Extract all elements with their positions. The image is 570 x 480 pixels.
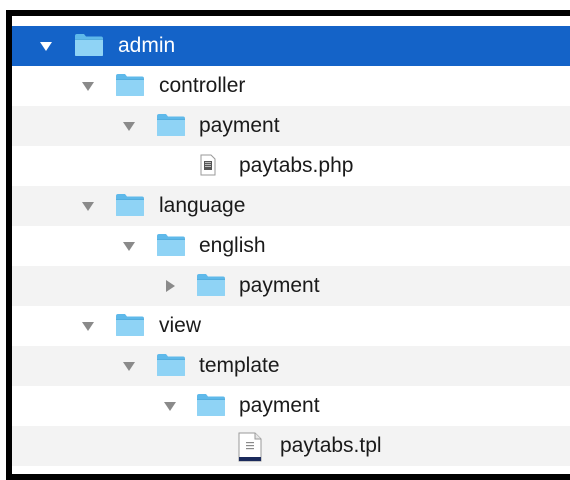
tree-row-label: payment (239, 394, 320, 417)
tree-row-admin[interactable]: admin (12, 26, 570, 66)
disclosure-down-icon[interactable] (162, 398, 178, 414)
tree-row-label: english (199, 234, 266, 257)
folder-icon (196, 392, 226, 417)
tree-row-label: controller (159, 74, 246, 97)
tree-row-label: view (159, 314, 202, 337)
disclosure-down-icon[interactable] (121, 118, 137, 134)
disclosure-down-icon[interactable] (80, 318, 96, 334)
folder-icon (156, 352, 186, 377)
folder-icon (74, 32, 104, 57)
tree-row-payment[interactable]: payment (12, 266, 570, 306)
tree-row-label: paytabs.tpl (280, 434, 382, 457)
folder-icon (115, 72, 145, 97)
tpl-file-icon (238, 432, 262, 462)
folder-icon (115, 312, 145, 337)
tree-row-paytabs-php[interactable]: paytabs.php (12, 146, 570, 186)
tree-row-label: template (199, 354, 280, 377)
tree-row-label: payment (199, 114, 280, 137)
tree-row-label: paytabs.php (239, 154, 354, 177)
finder-window: admin controller payment paytabs.php lan… (6, 10, 570, 480)
disclosure-down-icon[interactable] (80, 198, 96, 214)
disclosure-down-icon[interactable] (121, 358, 137, 374)
folder-icon (156, 232, 186, 257)
disclosure-down-icon[interactable] (80, 78, 96, 94)
disclosure-down-icon[interactable] (121, 238, 137, 254)
tree-row-language[interactable]: language (12, 186, 570, 226)
tree-row-paytabs-tpl[interactable]: paytabs.tpl (12, 426, 570, 466)
tree-row-payment[interactable]: payment (12, 106, 570, 146)
disclosure-down-icon[interactable] (38, 38, 54, 54)
tree-row-label: language (159, 194, 246, 217)
tree-row-payment[interactable]: payment (12, 386, 570, 426)
folder-icon (115, 192, 145, 217)
php-file-icon (200, 154, 216, 176)
tree-row-label: admin (118, 34, 176, 57)
folder-icon (196, 272, 226, 297)
tree-row-template[interactable]: template (12, 346, 570, 386)
tree-row-controller[interactable]: controller (12, 66, 570, 106)
folder-icon (156, 112, 186, 137)
disclosure-right-icon[interactable] (162, 278, 178, 294)
tree-row-english[interactable]: english (12, 226, 570, 266)
tree-row-view[interactable]: view (12, 306, 570, 346)
tree-row-label: payment (239, 274, 320, 297)
